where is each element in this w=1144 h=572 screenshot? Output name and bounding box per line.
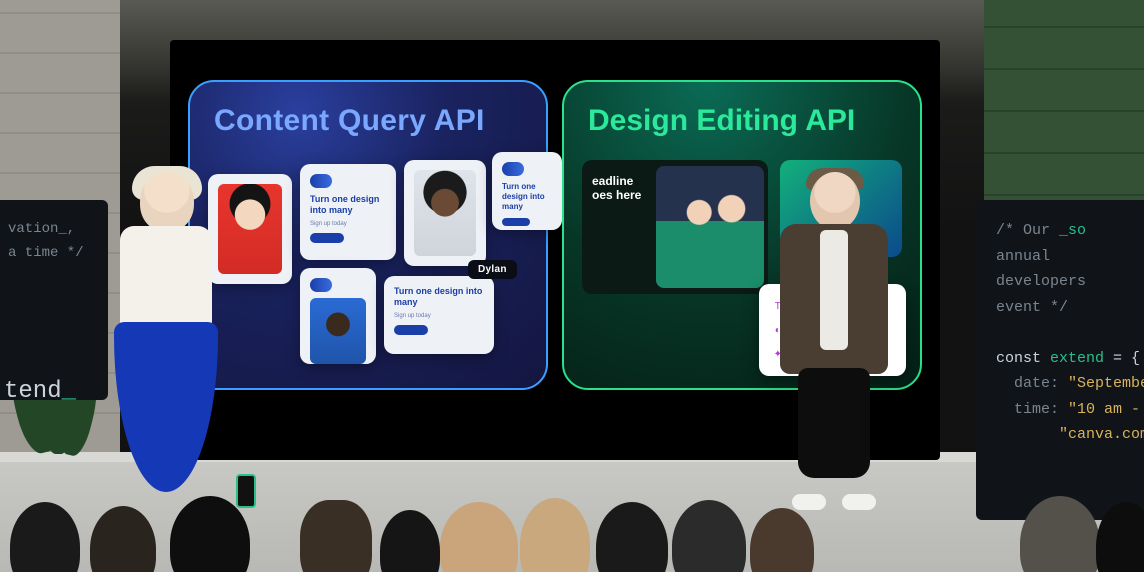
brand-text: tend	[4, 378, 62, 405]
audience-head	[300, 500, 372, 572]
brand-logo-icon	[310, 174, 332, 188]
hero-photo	[656, 166, 764, 288]
code-line: a time */	[8, 245, 84, 261]
panel-content-query-api: Content Query API Turn one design into m…	[188, 80, 548, 390]
audience	[0, 462, 1144, 572]
card-portrait-2	[404, 160, 486, 266]
code-line: event */	[996, 299, 1068, 316]
code-line: vation_,	[8, 221, 75, 237]
card-cta-button	[394, 325, 428, 335]
card-headline: Turn one design into many	[502, 182, 552, 212]
card-headline: Turn one design into many	[394, 286, 484, 309]
code-var: extend	[1050, 350, 1104, 367]
code-line: annual	[996, 248, 1050, 265]
audience-head	[380, 510, 440, 572]
phone-icon	[236, 474, 256, 508]
card-cta-button	[502, 218, 530, 226]
audience-head	[90, 506, 156, 572]
code-key: date:	[1014, 375, 1059, 392]
card-text-2: Turn one design into many	[492, 152, 562, 230]
audience-head	[596, 502, 668, 572]
name-tag: Dylan	[468, 260, 517, 279]
audience-head	[10, 502, 80, 572]
hero-line-1: eadline	[592, 174, 633, 188]
code-keyword: _so	[1059, 222, 1086, 239]
audience-head	[520, 498, 590, 572]
panel-title: Content Query API	[214, 104, 522, 138]
audience-head	[440, 502, 518, 572]
presenter-left	[110, 172, 220, 502]
card-portrait-1	[208, 174, 292, 284]
audience-head	[750, 508, 814, 572]
cursor-icon: _	[62, 378, 76, 405]
stage-backdrop: Content Query API Turn one design into m…	[0, 0, 1144, 572]
content-query-cards: Turn one design into many Sign up today …	[208, 160, 528, 370]
brand-wordmark: tend_	[4, 378, 76, 405]
code-string: "10 am - 6 pm"	[1068, 401, 1144, 418]
audience-head	[1020, 496, 1100, 572]
audience-head	[672, 500, 746, 572]
code-key: time:	[1014, 401, 1059, 418]
card-subtext: Sign up today	[310, 221, 386, 227]
card-headline: Turn one design into many	[310, 194, 386, 217]
panel-title: Design Editing API	[588, 104, 896, 138]
card-cta-button	[310, 233, 344, 243]
brand-logo-icon	[310, 278, 332, 292]
hero-line-2: oes here	[592, 188, 641, 202]
hero-card: eadline oes here	[582, 160, 768, 294]
code-line: const	[996, 350, 1050, 367]
card-text-1: Turn one design into many Sign up today	[300, 164, 396, 260]
code-string: "September 25,	[1068, 375, 1144, 392]
code-line: = {	[1104, 350, 1140, 367]
brand-logo-icon	[502, 162, 524, 176]
hero-headline: eadline oes here	[592, 174, 641, 203]
card-portrait-3	[300, 268, 376, 364]
audience-head	[1096, 502, 1144, 572]
code-line: developers	[996, 273, 1086, 290]
code-panel-left: vation_, a time */	[0, 200, 108, 400]
code-string: "canva.com/canv	[1059, 426, 1144, 443]
presenter-right	[774, 172, 894, 502]
code-line: /* Our	[996, 222, 1059, 239]
card-subtext: Sign up today	[394, 313, 484, 319]
card-text-3: Turn one design into many Sign up today	[384, 276, 494, 354]
